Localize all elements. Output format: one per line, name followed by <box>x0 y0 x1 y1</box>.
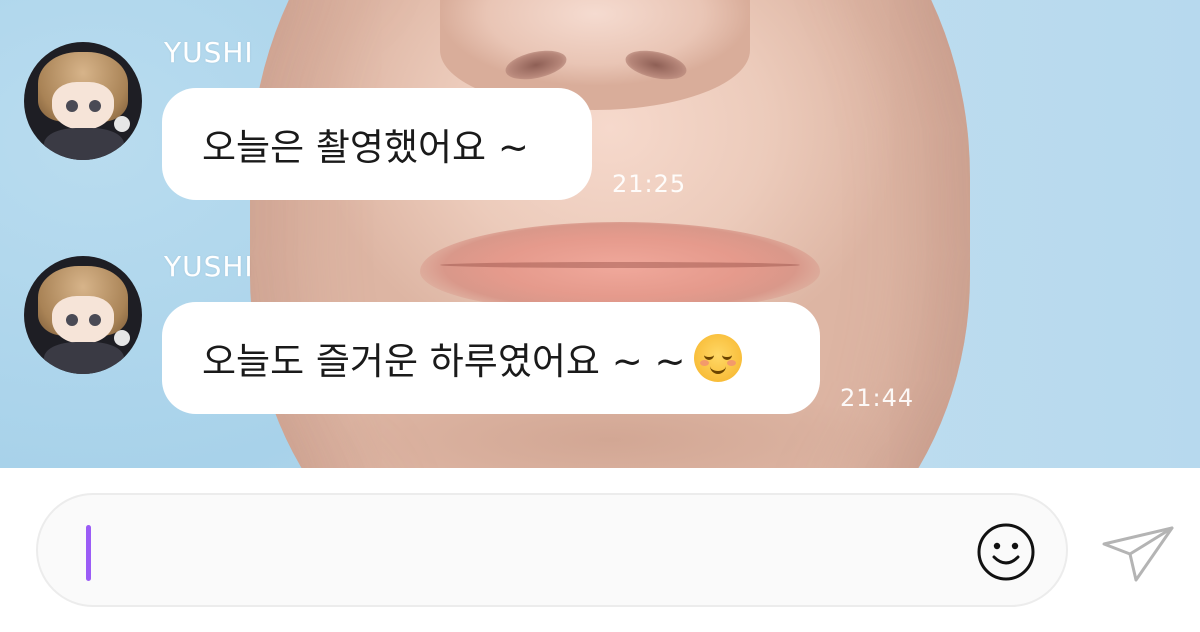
message-timestamp: 21:44 <box>840 384 915 412</box>
smiling-face-icon <box>693 334 742 382</box>
message-input[interactable] <box>96 515 960 589</box>
message-bubble[interactable]: 오늘도 즐거운 하루였어요 ~ ~ <box>162 302 820 414</box>
smiley-icon[interactable] <box>976 522 1036 582</box>
message-timestamp: 21:25 <box>612 170 687 198</box>
chat-background: YUSHI 오늘은 촬영했어요 ~ 21:25 YUSHI 오늘도 즐거운 하루… <box>0 0 1200 468</box>
message-text: 오늘은 촬영했어요 ~ <box>202 126 529 169</box>
message-text: 오늘도 즐거운 하루였어요 ~ ~ <box>202 340 686 383</box>
message-composer <box>0 468 1200 632</box>
background-photo-detail <box>440 262 800 268</box>
sender-name: YUSHI <box>164 36 254 69</box>
message-bubble[interactable]: 오늘은 촬영했어요 ~ <box>162 88 592 200</box>
message-input-container[interactable] <box>36 493 1068 607</box>
avatar[interactable] <box>24 42 142 160</box>
text-cursor <box>86 525 91 581</box>
paper-plane-icon[interactable] <box>1100 524 1176 584</box>
avatar[interactable] <box>24 256 142 374</box>
sender-name: YUSHI <box>164 250 254 283</box>
